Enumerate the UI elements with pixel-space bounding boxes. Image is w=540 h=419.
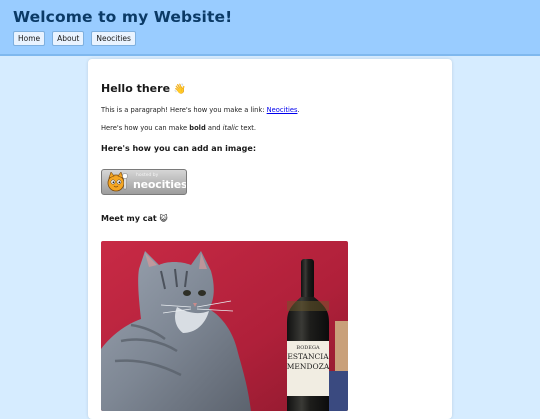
italic-text: italic [222,124,239,132]
content-card: Hello there 👋 This is a paragraph! Here'… [88,59,452,419]
cat-emoji-icon: 😺 [159,214,168,223]
intro-text: This is a paragraph! Here's how you make… [101,106,267,114]
neocities-link[interactable]: Neocities [267,106,298,114]
formatting-prefix: Here's how you can make [101,124,190,132]
neocities-cat-logo-icon [107,172,128,192]
cat-photo-drawing: BODEGA ESTANCIA MENDOZA [101,241,348,411]
nav-home[interactable]: Home [13,31,46,46]
cat-heading-text: Meet my cat [101,214,157,223]
bottle-label-line2: MENDOZA [287,362,330,371]
site-header: Welcome to my Website! Home About Neocit… [0,0,540,56]
bottle-label-top: BODEGA [296,345,320,351]
hello-heading-text: Hello there [101,82,171,95]
site-title: Welcome to my Website! [13,8,233,26]
formatting-paragraph: Here's how you can make bold and italic … [101,124,256,133]
formatting-end: text. [238,124,257,132]
wave-emoji-icon: 👋 [173,84,187,95]
bold-text: bold [189,124,206,132]
image-heading: Here's how you can add an image: [101,144,257,153]
nav-bar: Home About Neocities [13,31,136,46]
intro-end: . [297,106,300,114]
hello-heading: Hello there 👋 [101,82,186,95]
nav-about[interactable]: About [52,31,85,46]
nav-neocities[interactable]: Neocities [91,31,136,46]
formatting-mid: and [205,124,223,132]
intro-paragraph: This is a paragraph! Here's how you make… [101,106,300,115]
cat-heading: Meet my cat 😺 [101,214,168,223]
hosted-by-neocities-badge[interactable]: hosted by neocities [101,169,187,195]
bottle-label-line1: ESTANCIA [287,352,329,361]
badge-neocities-text: neocities [133,178,187,191]
cat-photo: BODEGA ESTANCIA MENDOZA [101,241,348,411]
